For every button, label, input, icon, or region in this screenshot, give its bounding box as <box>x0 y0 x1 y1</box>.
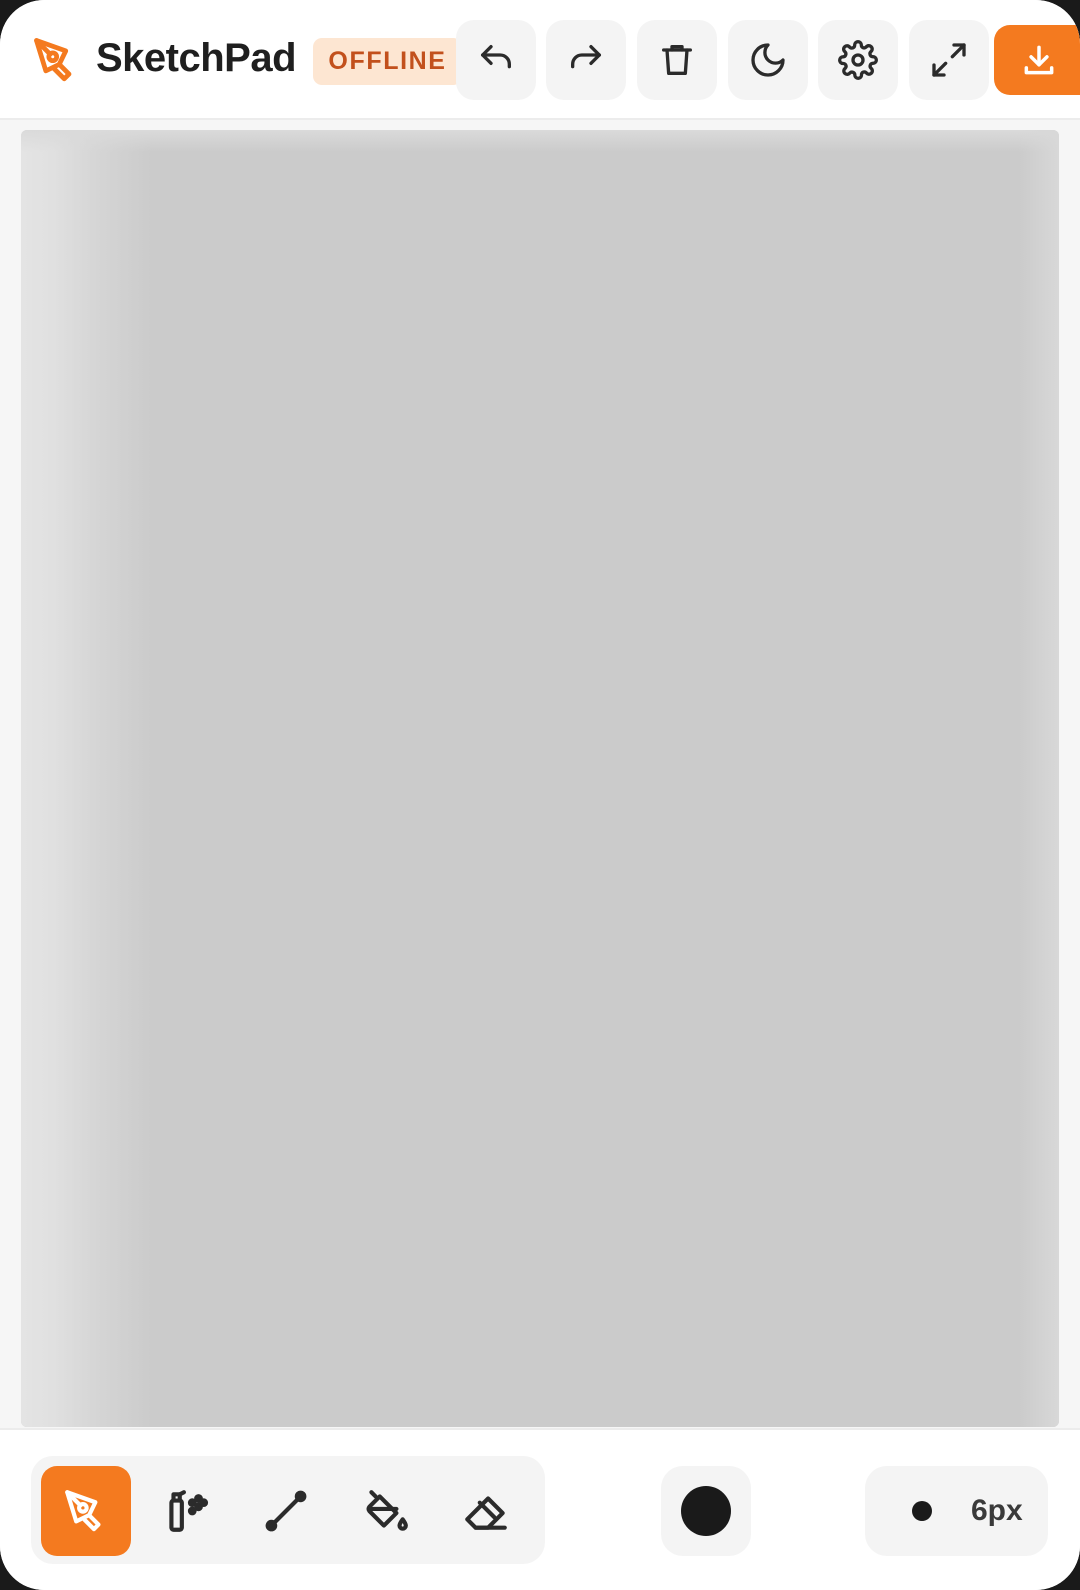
trash-icon <box>662 45 692 76</box>
canvas-area <box>0 122 1080 1427</box>
pen-tool-button[interactable] <box>41 1466 131 1556</box>
tool-group <box>31 1456 545 1564</box>
color-picker-button[interactable] <box>661 1466 751 1556</box>
redo-icon <box>571 45 601 69</box>
gear-icon <box>838 40 878 80</box>
pen-nib-icon <box>30 34 82 86</box>
spray-tool-button[interactable] <box>141 1466 231 1556</box>
spray-can-icon <box>169 1490 209 1532</box>
brush-size-preview <box>912 1501 932 1521</box>
fullscreen-button[interactable] <box>909 20 989 100</box>
brush-size-label: 6px <box>971 1494 1023 1527</box>
dark-mode-button[interactable] <box>728 20 808 100</box>
redo-button[interactable] <box>546 20 626 100</box>
eraser-tool-button[interactable] <box>441 1466 531 1556</box>
header-bar: SketchPad OFFLINE <box>0 0 1080 120</box>
canvas-shading <box>21 130 151 1427</box>
clear-canvas-button[interactable] <box>637 20 717 100</box>
line-icon <box>265 1490 307 1532</box>
canvas-shading <box>21 130 1059 152</box>
status-badge: OFFLINE <box>313 38 462 85</box>
current-color-swatch <box>681 1486 731 1536</box>
download-button[interactable] <box>994 25 1080 95</box>
settings-button[interactable] <box>818 20 898 100</box>
sketchpad-app: SketchPad OFFLINE 6px <box>0 0 1080 1590</box>
eraser-icon <box>465 1496 507 1530</box>
drawing-canvas[interactable] <box>21 130 1059 1427</box>
pen-nib-icon <box>65 1490 101 1532</box>
moon-icon <box>751 43 785 77</box>
download-icon <box>1024 45 1054 75</box>
app-title: SketchPad <box>96 36 297 80</box>
paint-bucket-icon <box>366 1490 408 1531</box>
fill-tool-button[interactable] <box>341 1466 431 1556</box>
brush-size-control[interactable]: 6px <box>865 1466 1048 1556</box>
expand-icon <box>932 43 966 77</box>
undo-button[interactable] <box>456 20 536 100</box>
undo-icon <box>481 45 511 69</box>
line-tool-button[interactable] <box>241 1466 331 1556</box>
canvas-shading <box>1019 130 1059 1427</box>
tool-bar: 6px <box>0 1428 1080 1590</box>
